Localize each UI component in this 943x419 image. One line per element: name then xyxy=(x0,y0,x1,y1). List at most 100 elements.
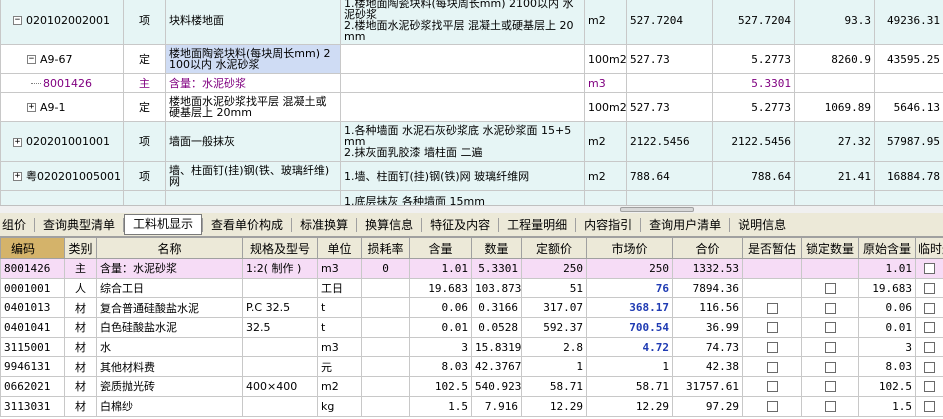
bill-feature-desc[interactable]: 1.底层抹灰 各种墙面 15mm xyxy=(340,190,585,205)
tab-2[interactable]: 工料机显示 xyxy=(124,214,203,235)
bill-quantity-expr[interactable] xyxy=(626,73,713,93)
bill-feature-desc[interactable] xyxy=(340,73,585,93)
bill-code-cell[interactable]: −020102002001 xyxy=(0,0,124,45)
resource-loss-rate[interactable] xyxy=(361,395,410,417)
bill-name[interactable]: 含量：水泥砂浆 xyxy=(165,73,341,93)
bill-quantity-expr[interactable] xyxy=(626,190,713,205)
bill-name[interactable]: 墙、柱面钉(挂)钢(铁、玻璃纤维)网 xyxy=(165,161,341,191)
resource-market-price[interactable]: 250 xyxy=(586,258,673,279)
estimate-checkbox[interactable] xyxy=(766,381,778,393)
bill-feature-desc[interactable]: 1.各种墙面 水泥石灰砂浆底 水泥砂浆面 15+5mm 2.抹灰面乳胶漆 墙柱面 … xyxy=(340,121,585,162)
bill-code-cell[interactable]: + A9-1 xyxy=(0,92,124,122)
bill-name[interactable]: 楼地面陶瓷块料(每块周长mm) 2100以内 水泥砂浆 xyxy=(165,44,341,74)
tab-8[interactable]: 内容指引 xyxy=(576,215,640,235)
resource-market-price[interactable]: 4.72 xyxy=(586,336,673,358)
temp-delete-checkbox[interactable] xyxy=(924,302,935,314)
collapse-icon[interactable]: − xyxy=(27,55,36,64)
bill-row[interactable]: − A9-67 定楼地面陶瓷块料(每块周长mm) 2100以内 水泥砂浆 100m2 5… xyxy=(0,44,943,74)
resource-quantity[interactable]: 103.873 xyxy=(471,277,522,299)
resource-name[interactable]: 白色硅酸盐水泥 xyxy=(96,317,243,338)
resource-market-price[interactable]: 76 xyxy=(586,277,673,299)
temp-delete-checkbox[interactable] xyxy=(924,322,935,334)
tab-9[interactable]: 查询用户清单 xyxy=(641,215,729,235)
resource-spec[interactable]: P.C 32.5 xyxy=(242,297,318,319)
resource-spec[interactable] xyxy=(242,356,318,378)
column-header[interactable]: 规格及型号 xyxy=(242,237,318,259)
resource-code[interactable]: 8001426 xyxy=(0,258,65,279)
resource-market-price[interactable]: 12.29 xyxy=(586,395,673,417)
estimate-checkbox[interactable] xyxy=(766,322,778,334)
resource-code[interactable]: 0401041 xyxy=(0,317,65,338)
column-header[interactable]: 损耗率 xyxy=(361,237,410,259)
resource-content[interactable]: 1.01 xyxy=(409,258,472,279)
temp-delete-checkbox[interactable] xyxy=(924,263,935,275)
estimate-checkbox[interactable] xyxy=(766,342,778,354)
temp-delete-checkbox[interactable] xyxy=(924,401,935,413)
tab-1[interactable]: 查询典型清单 xyxy=(35,215,123,235)
resource-loss-rate[interactable] xyxy=(361,277,410,299)
estimate-checkbox[interactable] xyxy=(766,401,778,413)
resource-spec[interactable]: 1:2( 制作 ) xyxy=(242,258,318,279)
tab-10[interactable]: 说明信息 xyxy=(730,215,794,235)
estimate-checkbox[interactable] xyxy=(766,361,778,373)
bill-row[interactable]: −020102002001 项块料楼地面 1.楼地面陶瓷块料(每块周长mm) 210… xyxy=(0,0,943,45)
resource-code[interactable]: 3115001 xyxy=(0,336,65,358)
resource-row[interactable]: 0401013 材复合普通硅酸盐水泥 P.C 32.5 t 0.06 0.3166 317.… xyxy=(0,297,943,319)
scrollbar-thumb[interactable] xyxy=(620,207,694,212)
resource-code[interactable]: 0001001 xyxy=(0,277,65,299)
resource-loss-rate[interactable] xyxy=(361,376,410,397)
resource-name[interactable]: 水 xyxy=(96,336,243,358)
resource-code[interactable]: 3113031 xyxy=(0,395,65,417)
resource-loss-rate[interactable]: 0 xyxy=(361,258,410,279)
resource-market-price[interactable]: 700.54 xyxy=(586,317,673,338)
resource-market-price[interactable]: 1 xyxy=(586,356,673,378)
resource-content[interactable]: 1.5 xyxy=(409,395,472,417)
resource-code[interactable]: 0401013 xyxy=(0,297,65,319)
resource-row[interactable]: 3113031 材白棉纱 kg 1.5 7.916 12.29 12.29 97.29 1.5 xyxy=(0,395,943,417)
resource-quantity[interactable]: 7.916 xyxy=(471,395,522,417)
lock-quantity-checkbox[interactable] xyxy=(824,322,836,334)
bill-feature-desc[interactable] xyxy=(340,44,585,74)
temp-delete-checkbox[interactable] xyxy=(924,361,935,373)
bill-code-cell[interactable]: 8001426 xyxy=(0,73,124,93)
column-header[interactable]: 原始含量 xyxy=(858,237,916,259)
lock-quantity-checkbox[interactable] xyxy=(824,302,836,314)
resource-content[interactable]: 3 xyxy=(409,336,472,358)
column-header[interactable]: 定额价 xyxy=(521,237,587,259)
resource-loss-rate[interactable] xyxy=(361,336,410,358)
bill-quantity-expr[interactable]: 527.73 xyxy=(626,44,713,74)
resource-content[interactable]: 0.06 xyxy=(409,297,472,319)
temp-delete-checkbox[interactable] xyxy=(924,342,935,354)
resource-row[interactable]: 8001426 主含量：水泥砂浆 1:2( 制作 ) m3 0 1.01 5.3301 250… xyxy=(0,258,943,279)
bill-name[interactable]: 块料楼地面 xyxy=(165,0,341,45)
resource-row[interactable]: 3115001 材水 m3 3 15.8319 2.8 4.72 74.73 3 xyxy=(0,336,943,358)
resource-spec[interactable]: 32.5 xyxy=(242,317,318,338)
lock-quantity-checkbox[interactable] xyxy=(824,283,836,295)
resource-row[interactable]: 0662021 材瓷质抛光砖 400×400 m2 102.5 540.923 58.71 5… xyxy=(0,376,943,397)
bill-quantity-expr[interactable]: 2122.5456 xyxy=(626,121,713,162)
resource-loss-rate[interactable] xyxy=(361,297,410,319)
bill-feature-desc[interactable]: 1.楼地面陶瓷块料(每块周长mm) 2100以内 水泥砂浆 2.楼地面水泥砂浆找平… xyxy=(340,0,585,45)
resource-quantity[interactable]: 5.3301 xyxy=(471,258,522,279)
resource-name[interactable]: 复合普通硅酸盐水泥 xyxy=(96,297,243,319)
expand-icon[interactable]: + xyxy=(27,103,36,112)
resource-quantity[interactable]: 42.3767 xyxy=(471,356,522,378)
collapse-icon[interactable]: − xyxy=(13,16,22,25)
bill-code-cell[interactable]: + 粤020201005001 xyxy=(0,161,124,191)
expand-icon[interactable]: + xyxy=(13,137,22,147)
column-header[interactable]: 锁定数量 xyxy=(801,237,859,259)
resource-code[interactable]: 0662021 xyxy=(0,376,65,397)
resource-name[interactable]: 含量：水泥砂浆 xyxy=(96,258,243,279)
bill-row[interactable]: + 粤020201005001 项墙、柱面钉(挂)钢(铁、玻璃纤维)网 1.墙、柱面钉… xyxy=(0,161,943,191)
column-header[interactable]: 是否暂估 xyxy=(742,237,802,259)
bill-code-cell[interactable] xyxy=(0,190,124,205)
resource-spec[interactable] xyxy=(242,336,318,358)
horizontal-scrollbar[interactable] xyxy=(0,205,943,213)
tab-7[interactable]: 工程量明细 xyxy=(499,215,575,235)
column-header[interactable]: 合价 xyxy=(672,237,743,259)
bill-code-cell[interactable]: − A9-67 xyxy=(0,44,124,74)
bill-row[interactable]: + A9-1 定楼地面水泥砂浆找平层 混凝土或硬基层上 20mm 100m2 527.7… xyxy=(0,92,943,122)
bill-row[interactable]: 8001426 主含量：水泥砂浆 m3 5.3301 xyxy=(0,73,943,93)
lock-quantity-checkbox[interactable] xyxy=(824,401,836,413)
bill-name[interactable] xyxy=(165,190,341,205)
